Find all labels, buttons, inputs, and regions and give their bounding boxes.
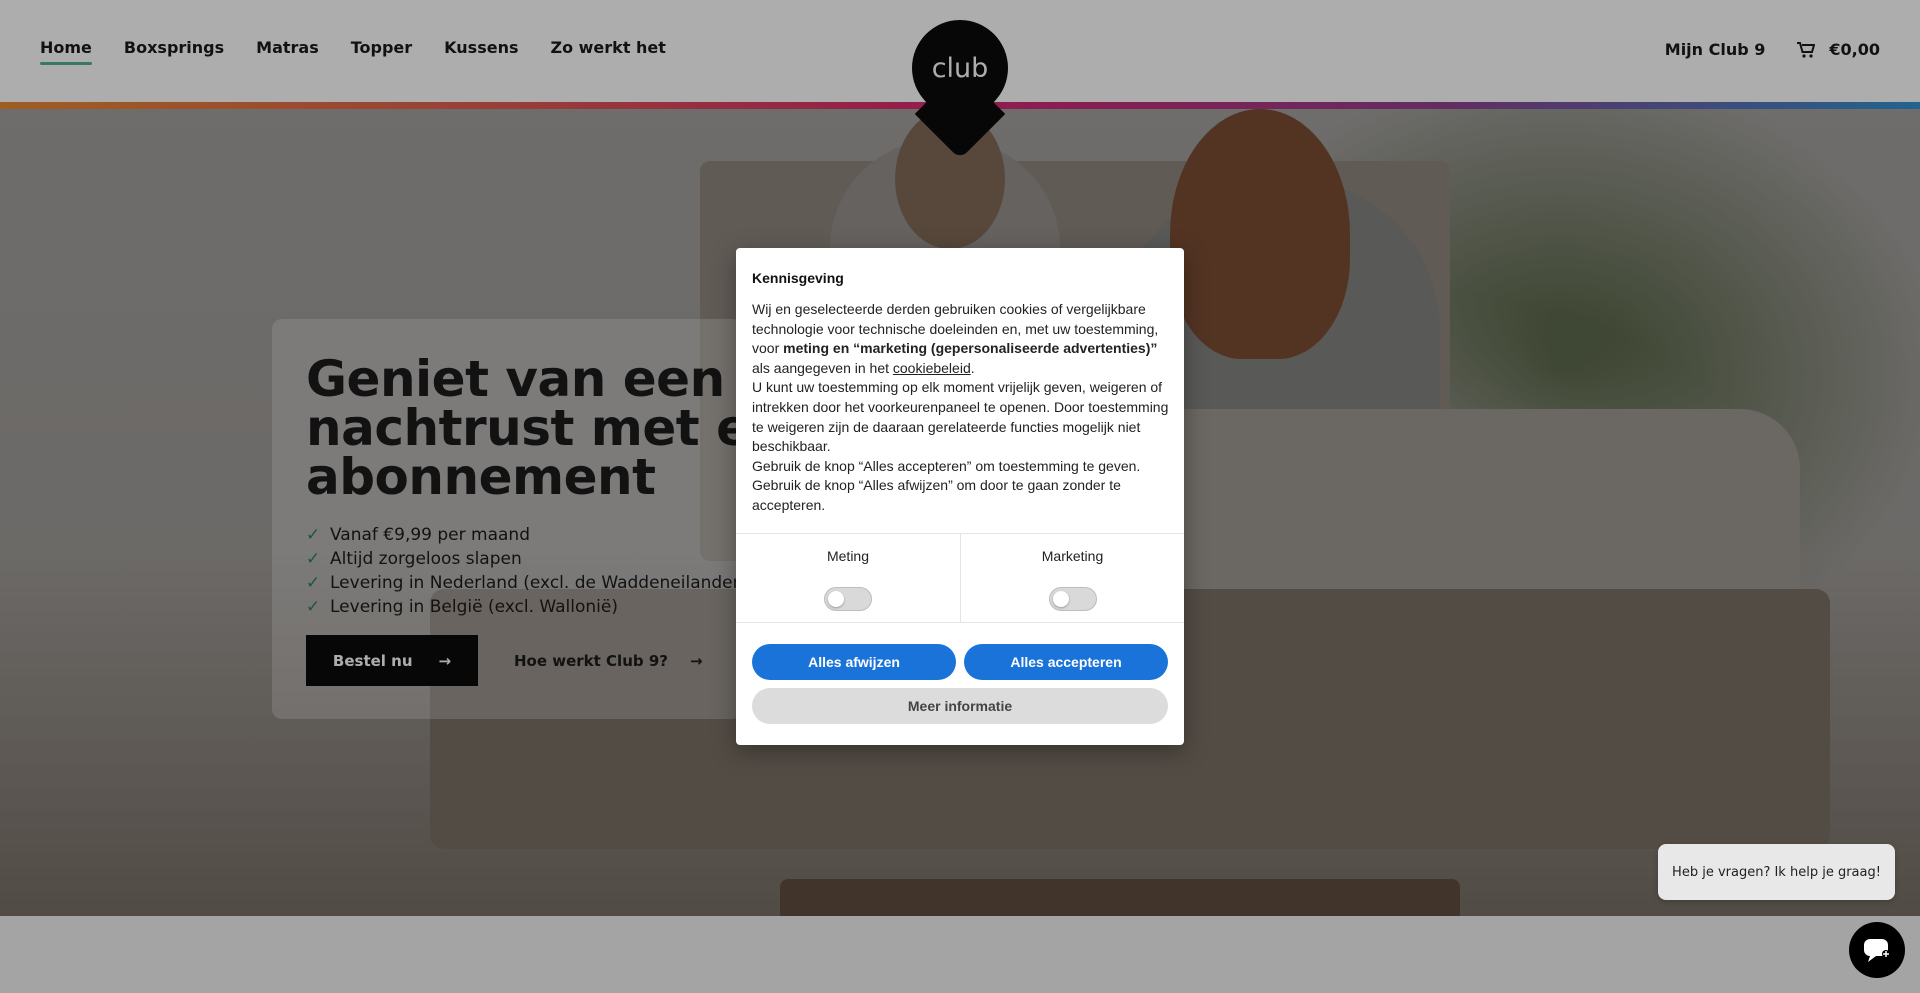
cookie-consent-dialog: Kennisgeving Wij en geselecteerde derden… bbox=[736, 248, 1184, 745]
consent-marketing: Marketing bbox=[960, 534, 1184, 622]
chat-greeting-bubble[interactable]: Heb je vragen? Ik help je graag! bbox=[1658, 844, 1895, 900]
cookie-paragraph-1: Wij en geselecteerde derden gebruiken co… bbox=[752, 301, 1159, 376]
toggle-label-marketing: Marketing bbox=[1041, 548, 1104, 564]
meting-toggle[interactable] bbox=[824, 587, 872, 611]
consent-toggles: Meting Marketing bbox=[736, 533, 1184, 623]
chat-icon bbox=[1864, 939, 1890, 962]
cookie-paragraph-3: Gebruik de knop “Alles accepteren” om to… bbox=[752, 457, 1141, 513]
cookie-dialog-title: Kennisgeving bbox=[752, 270, 844, 286]
cookie-dialog-body: Wij en geselecteerde derden gebruiken co… bbox=[752, 300, 1172, 516]
cookie-policy-link[interactable]: cookiebeleid bbox=[893, 360, 971, 376]
reject-all-button[interactable]: Alles afwijzen bbox=[752, 644, 956, 680]
chat-launcher-button[interactable] bbox=[1849, 922, 1905, 978]
toggle-label-meting: Meting bbox=[826, 548, 870, 564]
cookie-paragraph-2: U kunt uw toestemming op elk moment vrij… bbox=[752, 379, 1169, 455]
more-info-button[interactable]: Meer informatie bbox=[752, 688, 1168, 724]
marketing-toggle[interactable] bbox=[1049, 587, 1097, 611]
consent-measurement: Meting bbox=[736, 534, 960, 622]
accept-all-button[interactable]: Alles accepteren bbox=[964, 644, 1168, 680]
